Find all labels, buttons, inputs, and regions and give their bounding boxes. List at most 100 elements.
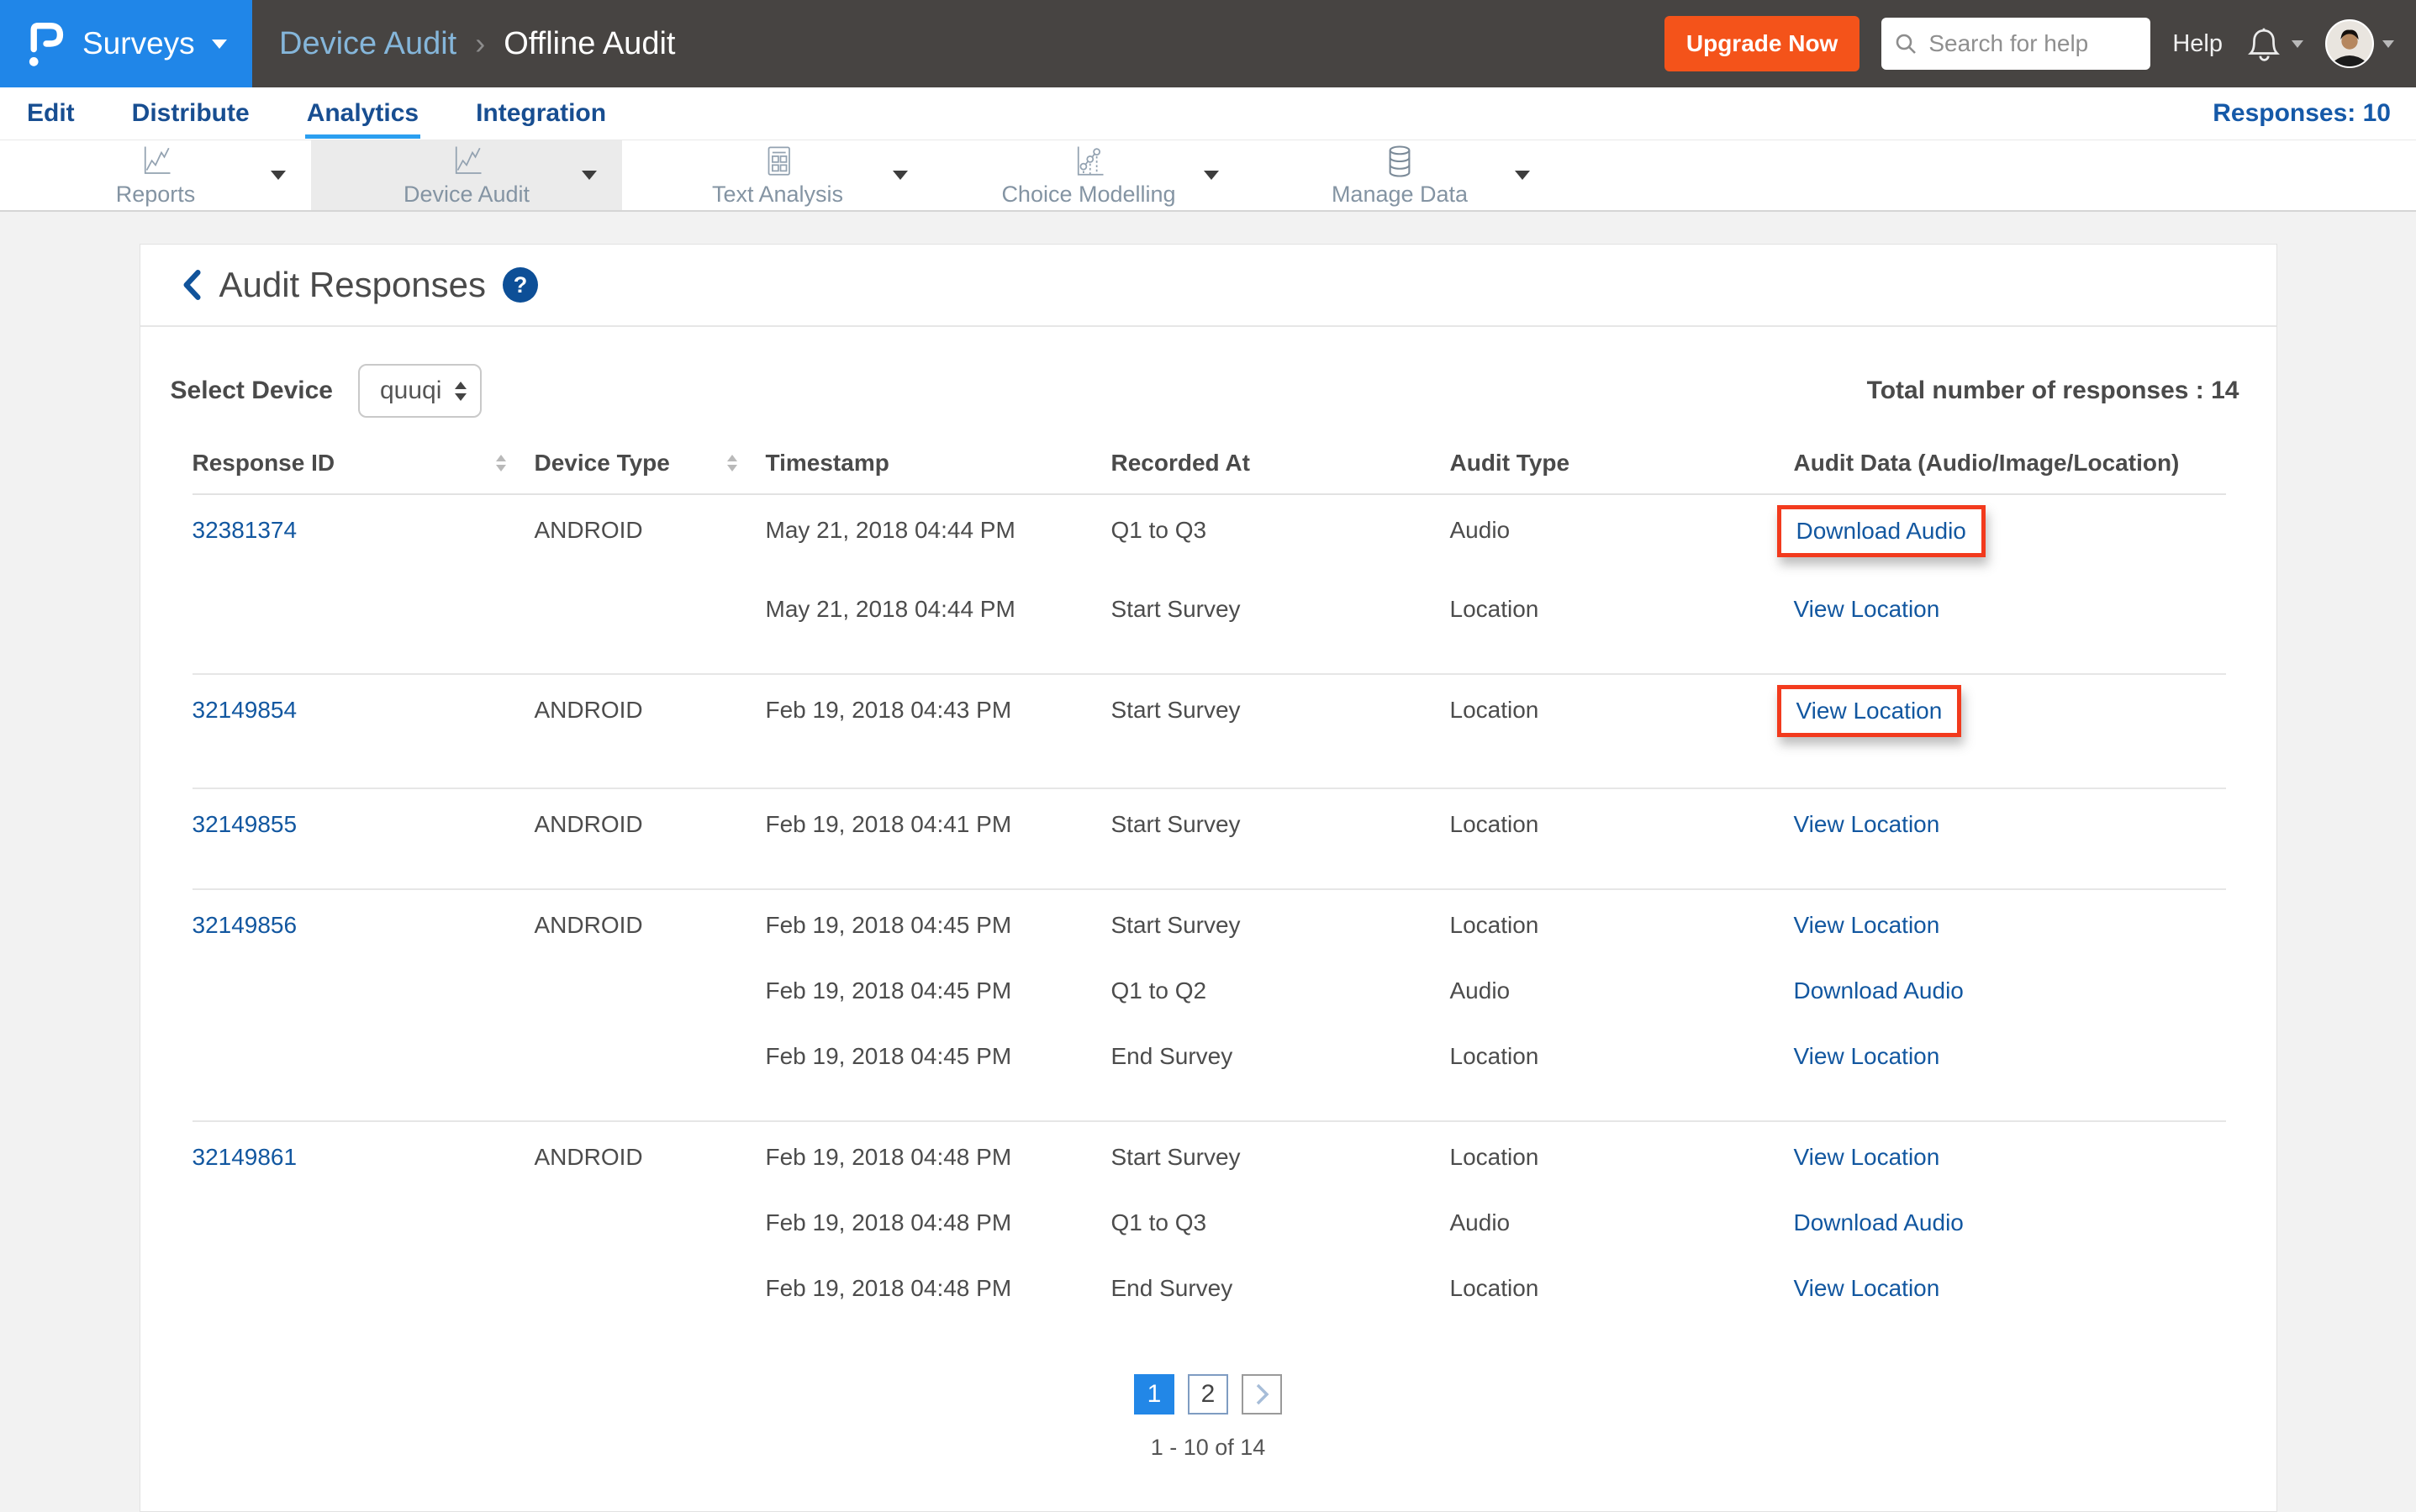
view-location-link[interactable]: View Location (1794, 596, 1940, 622)
account-menu[interactable] (2325, 19, 2394, 68)
timestamp-cell: Feb 19, 2018 04:48 PM (765, 1120, 1111, 1188)
device-type-cell: ANDROID (534, 1120, 766, 1319)
sort-icon[interactable] (726, 455, 737, 472)
recorded-at-cell: Start Survey (1110, 673, 1450, 788)
view-location-link[interactable]: View Location (1796, 698, 1943, 724)
recorded-at-cell: End Survey (1110, 1043, 1233, 1069)
upgrade-now-button[interactable]: Upgrade Now (1664, 16, 1860, 71)
recorded-at-cell: Start Survey (1110, 888, 1450, 956)
audit-responses-table: Response ID Device Type Timestamp Record… (192, 450, 2226, 1319)
audit-type-cell: Audio (1449, 493, 1794, 574)
audit-type-cell: Audio (1449, 977, 1511, 1004)
help-question-icon[interactable] (503, 267, 539, 303)
table-controls: Select Device quuqi Total number of resp… (140, 327, 2276, 424)
column-header-device-type: Device Type (534, 450, 766, 495)
device-select-value: quuqi (379, 377, 442, 404)
download-audio-link[interactable]: Download Audio (1794, 1209, 1964, 1235)
view-location-link[interactable]: View Location (1794, 912, 1940, 938)
search-icon (1893, 31, 1918, 56)
page-button-1[interactable]: 1 (1134, 1374, 1174, 1415)
timestamp-cell: Feb 19, 2018 04:41 PM (765, 788, 1111, 889)
timestamp-cell: May 21, 2018 04:44 PM (765, 493, 1111, 574)
column-header-audit-type: Audit Type (1449, 450, 1794, 495)
download-audio-link[interactable]: Download Audio (1796, 518, 1966, 544)
column-header-response-id: Response ID (192, 450, 535, 495)
tab-edit[interactable]: Edit (25, 89, 76, 139)
topbar-actions: Upgrade Now Help (1664, 16, 2416, 71)
line-chart-icon (448, 144, 485, 179)
timestamp-cell: Feb 19, 2018 04:48 PM (765, 1275, 1012, 1301)
toolbar-item-label: Manage Data (1331, 181, 1469, 207)
responses-count: Responses: 10 (2213, 99, 2391, 127)
timestamp-cell: Feb 19, 2018 04:48 PM (765, 1209, 1012, 1235)
caret-down-icon[interactable] (893, 171, 908, 180)
caret-down-icon (2292, 40, 2303, 48)
sort-icon[interactable] (495, 455, 506, 472)
brand-label: Surveys (82, 26, 195, 61)
view-location-link[interactable]: View Location (1794, 811, 1940, 837)
help-search-box[interactable] (1881, 18, 2151, 70)
notifications-menu[interactable] (2245, 24, 2303, 63)
view-location-link[interactable]: View Location (1794, 1144, 1940, 1170)
device-type-cell: ANDROID (534, 788, 766, 889)
tab-analytics[interactable]: Analytics (304, 89, 421, 139)
caret-down-icon[interactable] (1515, 171, 1530, 180)
tab-integration[interactable]: Integration (474, 89, 608, 139)
caret-down-icon[interactable] (271, 171, 286, 180)
response-id-link[interactable]: 32149855 (193, 811, 298, 837)
tab-distribute[interactable]: Distribute (130, 89, 251, 139)
toolbar-item-manage-data[interactable]: Manage Data (1244, 140, 1555, 210)
column-header-audit-data: Audit Data (Audio/Image/Location) (1793, 450, 2226, 495)
page-button-2[interactable]: 2 (1188, 1374, 1228, 1415)
column-header-recorded-at: Recorded At (1110, 450, 1450, 495)
breadcrumb-section-link[interactable]: Device Audit (279, 26, 456, 62)
response-id-link[interactable]: 32149856 (193, 912, 298, 938)
brand-menu[interactable]: Surveys (0, 0, 252, 87)
select-arrows-icon (455, 381, 467, 401)
audit-responses-card: Audit Responses Select Device quuqi Tota… (139, 244, 2277, 1512)
top-bar: Surveys Device Audit Offline Audit Upgra… (0, 0, 2416, 87)
response-id-link[interactable]: 32381374 (193, 517, 298, 543)
response-id-link[interactable]: 32149861 (193, 1144, 298, 1170)
back-button[interactable] (181, 269, 203, 301)
chevron-right-icon (1256, 1383, 1269, 1405)
device-type-cell: ANDROID (534, 888, 766, 1121)
select-device-label: Select Device (170, 377, 333, 404)
timestamp-cell: Feb 19, 2018 04:45 PM (765, 1043, 1012, 1069)
timestamp-cell: Feb 19, 2018 04:45 PM (765, 977, 1012, 1004)
help-link[interactable]: Help (2172, 30, 2223, 58)
search-input[interactable] (1927, 29, 2139, 58)
audit-type-cell: Location (1449, 1120, 1794, 1188)
caret-down-icon (2382, 40, 2394, 48)
view-location-link[interactable]: View Location (1794, 1275, 1940, 1301)
response-id-link[interactable]: 32149854 (193, 697, 298, 723)
questionpro-logo-icon (27, 18, 66, 70)
toolbar-item-label: Reports (115, 181, 196, 207)
toolbar-item-reports[interactable]: Reports (0, 140, 311, 210)
toolbar-item-device-audit[interactable]: Device Audit (311, 140, 622, 210)
audit-type-cell: Location (1449, 1043, 1539, 1069)
line-chart-icon (137, 144, 174, 179)
device-select[interactable]: quuqi (357, 364, 483, 418)
avatar (2325, 19, 2374, 68)
caret-down-icon[interactable] (1204, 171, 1219, 180)
audit-type-cell: Location (1449, 596, 1539, 622)
toolbar-item-choice-modelling[interactable]: Choice Modelling (933, 140, 1244, 210)
caret-down-icon[interactable] (582, 171, 597, 180)
toolbar-item-text-analysis[interactable]: Text Analysis (622, 140, 933, 210)
highlight-box: View Location (1776, 685, 1962, 737)
breadcrumb-current-page: Offline Audit (504, 25, 676, 61)
table-row: 32149861 ANDROID Feb 19, 2018 04:48 PM S… (192, 1120, 2226, 1319)
timestamp-cell: Feb 19, 2018 04:43 PM (765, 673, 1111, 788)
audit-type-cell: Audio (1449, 1209, 1511, 1235)
card-header: Audit Responses (140, 245, 2276, 327)
next-page-button[interactable] (1242, 1374, 1282, 1415)
timestamp-cell: Feb 19, 2018 04:45 PM (765, 888, 1111, 956)
toolbar-item-label: Text Analysis (711, 181, 844, 207)
download-audio-link[interactable]: Download Audio (1794, 977, 1964, 1004)
view-location-link[interactable]: View Location (1794, 1043, 1940, 1069)
recorded-at-cell: Q1 to Q2 (1110, 977, 1207, 1004)
pagination-range-label: 1 - 10 of 14 (1150, 1435, 1266, 1460)
recorded-at-cell: End Survey (1110, 1275, 1233, 1301)
recorded-at-cell: Start Survey (1110, 788, 1450, 889)
